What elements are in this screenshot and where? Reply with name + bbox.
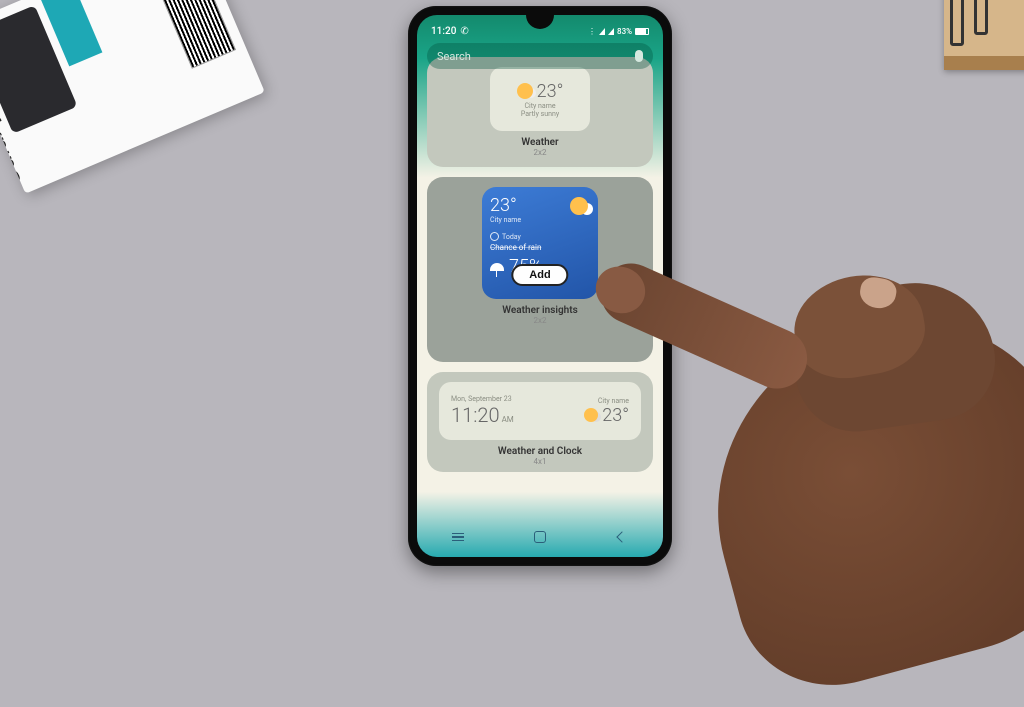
phone-frame: 11:20 ✆ ⋮ 83% Search 23° xyxy=(408,6,672,566)
widget-title: Weather xyxy=(521,137,558,148)
weather-widget-preview: 23° City name Partly sunny xyxy=(490,67,590,131)
nav-home-button[interactable] xyxy=(532,529,548,545)
signal-icon-2 xyxy=(608,28,614,35)
mic-icon[interactable] xyxy=(635,50,643,62)
sun-cloud-icon xyxy=(517,83,533,99)
widget-title: Weather and Clock xyxy=(498,446,582,457)
widget-card-weather-insights[interactable]: 23° City name Today Chance of rain 75% A… xyxy=(427,177,653,362)
widget-size: 4x1 xyxy=(534,457,547,466)
preview-today-label: Today xyxy=(490,232,590,241)
status-time: 11:20 xyxy=(431,26,456,37)
sun-cloud-icon xyxy=(570,197,588,215)
nav-back-button[interactable] xyxy=(614,529,630,545)
preview-ampm: AM xyxy=(502,415,514,424)
wooden-prop xyxy=(944,0,1024,70)
widget-picker-content[interactable]: 23° City name Partly sunny Weather 2x2 2… xyxy=(427,77,653,515)
preview-city: City name xyxy=(598,397,629,405)
battery-text: 83% xyxy=(617,27,632,36)
preview-date: Mon, September 23 xyxy=(451,395,514,403)
weather-clock-preview: Mon, September 23 11:20 AM City name 23° xyxy=(439,382,641,440)
product-box-prop: Galaxy A06 xyxy=(0,0,265,194)
preview-temperature: 23° xyxy=(537,81,564,102)
widget-size: 2x2 xyxy=(534,148,547,157)
preview-city: City name xyxy=(490,216,590,224)
widget-card-weather-clock[interactable]: Mon, September 23 11:20 AM City name 23° xyxy=(427,372,653,472)
navigation-bar xyxy=(417,523,663,551)
umbrella-icon xyxy=(490,263,504,271)
sun-cloud-icon xyxy=(584,408,598,422)
search-bar[interactable]: Search xyxy=(427,43,653,69)
signal-icon xyxy=(599,28,605,35)
search-placeholder: Search xyxy=(437,50,471,63)
battery-icon xyxy=(635,28,649,35)
widget-size: 2x2 xyxy=(534,316,547,325)
preview-time: 11:20 xyxy=(451,403,500,427)
phone-screen: 11:20 ✆ ⋮ 83% Search 23° xyxy=(417,15,663,557)
add-button[interactable]: Add xyxy=(511,264,568,286)
wifi-icon: ⋮ xyxy=(588,27,596,36)
barcode xyxy=(149,0,236,69)
preview-temperature: 23° xyxy=(602,405,629,426)
preview-chance-label: Chance of rain xyxy=(490,243,590,252)
widget-title: Weather insights xyxy=(502,305,577,316)
nav-recents-button[interactable] xyxy=(450,529,466,545)
phone-icon: ✆ xyxy=(460,26,468,37)
preview-city: City name xyxy=(524,102,555,110)
widget-card-weather[interactable]: 23° City name Partly sunny Weather 2x2 xyxy=(427,57,653,167)
preview-condition: Partly sunny xyxy=(521,110,559,118)
